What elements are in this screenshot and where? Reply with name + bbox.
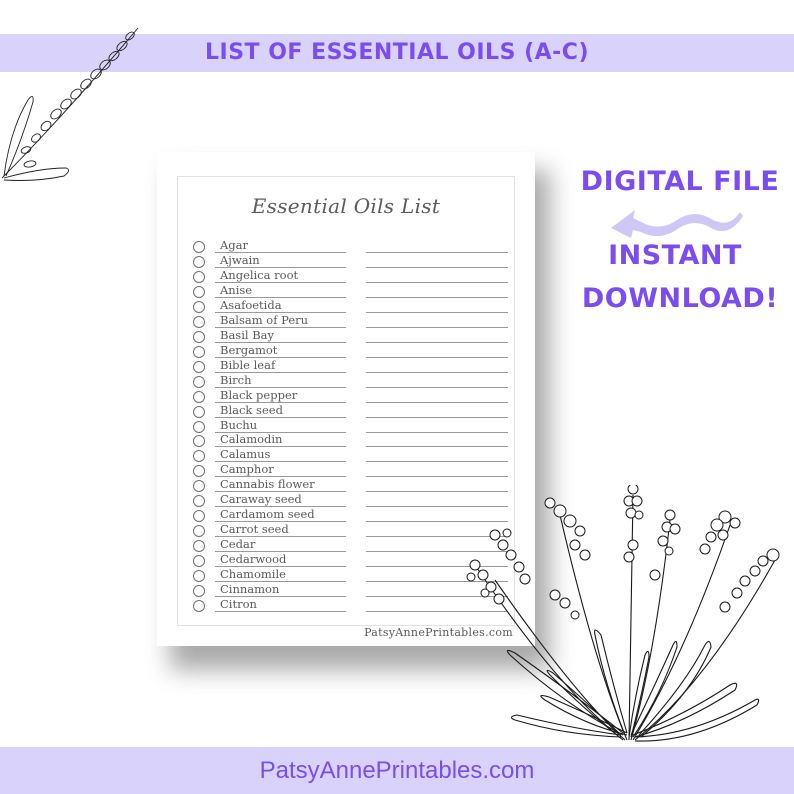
blank-line	[366, 356, 508, 358]
oil-name: Bergamot	[220, 342, 278, 357]
lavender-bouquet-icon	[466, 485, 780, 742]
oil-name: Balsam of Peru	[220, 312, 309, 327]
oil-name: Agar	[220, 238, 249, 252]
blank-line	[366, 341, 508, 343]
oil-name: Calamus	[220, 447, 271, 462]
list-item: Bible leaf	[157, 357, 535, 375]
blank-line	[366, 252, 508, 253]
checkbox-circle[interactable]	[193, 315, 205, 328]
oil-name: Anise	[220, 282, 253, 297]
list-item: Anise	[157, 282, 535, 300]
oil-name: Carrot seed	[220, 522, 289, 537]
checkbox-circle[interactable]	[193, 360, 205, 373]
oil-name: Cinnamon	[220, 582, 280, 597]
wavy-arrow-left-icon	[611, 210, 743, 238]
blank-line	[366, 416, 508, 418]
checkbox-circle[interactable]	[193, 390, 205, 403]
blank-line	[366, 476, 508, 478]
list-item: Calamus	[157, 447, 535, 464]
list-item: Agar	[157, 238, 535, 255]
checkbox-circle[interactable]	[193, 255, 205, 268]
blank-line	[366, 266, 508, 268]
list-item: Ajwain	[157, 252, 535, 270]
checkbox-circle[interactable]	[193, 480, 205, 493]
blank-line	[366, 296, 508, 298]
checkbox-circle[interactable]	[193, 405, 205, 418]
blank-line	[366, 386, 508, 388]
list-item: Angelica root	[157, 267, 535, 285]
blank-line	[366, 446, 508, 448]
list-item: Camphor	[157, 462, 535, 479]
oil-name: Citron	[220, 597, 257, 612]
list-item: Birch	[157, 372, 535, 390]
checkbox-circle[interactable]	[193, 585, 205, 598]
checkbox-circle[interactable]	[193, 300, 205, 313]
checkbox-circle[interactable]	[193, 540, 205, 553]
oil-name: Camphor	[220, 462, 274, 477]
blank-line	[366, 401, 508, 403]
oil-name: Cardamom seed	[220, 507, 315, 522]
checkbox-circle[interactable]	[193, 270, 205, 283]
oil-name: Bible leaf	[220, 357, 276, 372]
underline	[215, 611, 346, 613]
instant-label: INSTANT	[608, 240, 742, 271]
checkbox-circle[interactable]	[193, 375, 205, 388]
blank-line	[366, 311, 508, 313]
checkbox-circle[interactable]	[193, 465, 205, 478]
checkbox-circle[interactable]	[193, 570, 205, 583]
checkbox-circle[interactable]	[193, 510, 205, 523]
oil-name: Cedarwood	[220, 552, 287, 567]
list-item: Black seed	[157, 402, 535, 420]
oil-name: Black pepper	[220, 387, 298, 402]
printable-title: Essential Oils List	[251, 194, 441, 218]
oil-name: Cannabis flower	[220, 477, 315, 492]
oil-name: Buchu	[220, 417, 258, 432]
blank-line	[366, 461, 508, 463]
checkbox-circle[interactable]	[193, 525, 205, 538]
oil-name: Calamodin	[220, 432, 283, 447]
blank-line	[366, 326, 508, 328]
oil-name: Birch	[220, 372, 252, 387]
oil-name: Cedar	[220, 537, 256, 552]
list-item: Basil Bay	[157, 327, 535, 345]
checkbox-circle[interactable]	[193, 330, 205, 343]
list-item: Bergamot	[157, 342, 535, 360]
download-label: DOWNLOAD!	[581, 283, 779, 314]
oil-name: Black seed	[220, 402, 283, 417]
website-link[interactable]: PatsyAnnePrintables.com	[0, 747, 794, 794]
checkbox-circle[interactable]	[193, 285, 205, 298]
oil-name: Chamomile	[220, 567, 286, 582]
checkbox-circle[interactable]	[193, 345, 205, 358]
oil-name: Angelica root	[220, 267, 299, 282]
checkbox-circle[interactable]	[193, 450, 205, 463]
oil-name: Ajwain	[220, 252, 260, 267]
lavender-sprig-icon	[1, 27, 139, 181]
blank-line	[366, 371, 508, 373]
blank-line	[366, 431, 508, 433]
checkbox-circle[interactable]	[193, 555, 205, 568]
list-item: Balsam of Peru	[157, 312, 535, 330]
checkbox-circle[interactable]	[193, 495, 205, 508]
oil-name: Basil Bay	[220, 327, 275, 342]
list-item: Black pepper	[157, 387, 535, 405]
list-item: Asafoetida	[157, 297, 535, 315]
checkbox-circle[interactable]	[193, 241, 205, 253]
checkbox-circle[interactable]	[193, 420, 205, 433]
digital-file-label: DIGITAL FILE	[580, 166, 780, 197]
list-item: Buchu	[157, 417, 535, 435]
checkbox-circle[interactable]	[193, 435, 205, 448]
oil-name: Caraway seed	[220, 492, 302, 507]
oil-name: Asafoetida	[220, 297, 282, 312]
checkbox-circle[interactable]	[193, 600, 205, 613]
blank-line	[366, 281, 508, 283]
list-item: Calamodin	[157, 432, 535, 449]
